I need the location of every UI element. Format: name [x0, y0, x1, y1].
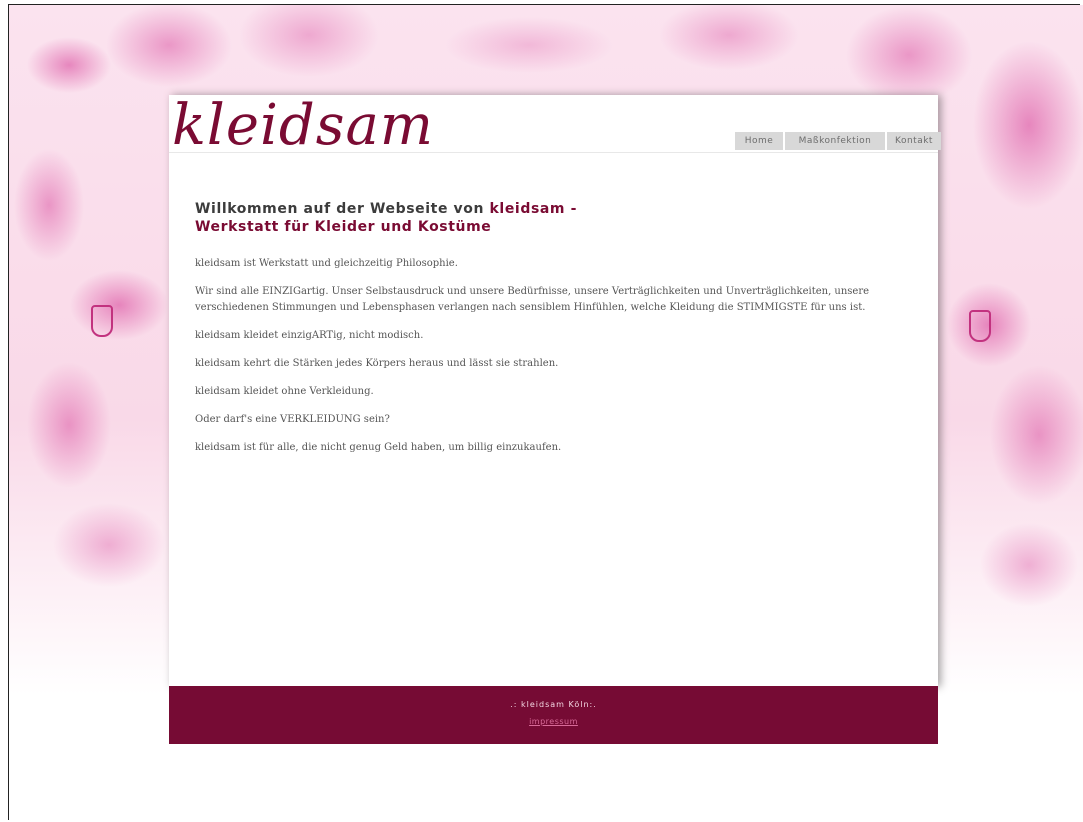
nav-item-masskonfektion[interactable]: Maßkonfektion	[785, 132, 885, 150]
paragraph: kleidsam kehrt die Stärken jedes Körpers…	[195, 358, 559, 369]
page-title: Willkommen auf der Webseite von kleidsam…	[195, 200, 925, 236]
nav-item-kontakt[interactable]: Kontakt	[887, 132, 941, 150]
paragraph: kleidsam ist Werkstatt und gleichzeitig …	[195, 258, 458, 269]
paragraph: kleidsam ist für alle, die nicht genug G…	[195, 442, 562, 453]
main-nav: Home Maßkonfektion Kontakt	[735, 132, 941, 150]
main-content: Willkommen auf der Webseite von kleidsam…	[195, 200, 925, 468]
paragraph: kleidsam kleidet einzigARTig, nicht modi…	[195, 330, 424, 341]
title-brand: kleidsam -	[489, 201, 577, 217]
impressum-link[interactable]: impressum	[529, 717, 578, 726]
paragraph: kleidsam kleidet ohne Verkleidung.	[195, 386, 374, 397]
title-subline: Werkstatt für Kleider und Kostüme	[195, 219, 492, 235]
site-logo[interactable]: kleidsam	[172, 98, 434, 154]
footer-bar: .: kleidsam Köln:. impressum	[169, 686, 938, 744]
paragraph: Wir sind alle EINZIGartig. Unser Selbsta…	[195, 286, 870, 313]
footer-title: .: kleidsam Köln:.	[510, 700, 597, 709]
header-divider	[169, 152, 938, 153]
nav-item-home[interactable]: Home	[735, 132, 783, 150]
paragraph: Oder darf's eine VERKLEIDUNG sein?	[195, 414, 390, 425]
title-text: Willkommen auf der Webseite von	[195, 201, 490, 217]
